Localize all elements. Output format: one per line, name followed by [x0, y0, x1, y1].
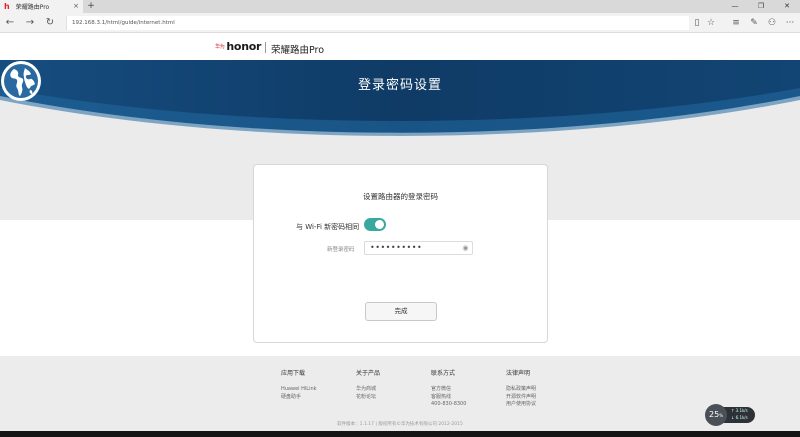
address-bar[interactable]: 192.168.3.1/html/guide/internet.html: [66, 16, 689, 30]
brand-header: 华为 honor 荣耀路由Pro: [0, 33, 800, 60]
done-button[interactable]: 完成: [365, 302, 437, 321]
taskbar: [0, 431, 800, 437]
eye-icon[interactable]: ◉: [462, 242, 469, 254]
password-label: 新登录密码: [327, 247, 355, 253]
refresh-icon[interactable]: ↻: [42, 16, 58, 30]
product-name: 荣耀路由Pro: [271, 45, 325, 56]
footer: 应用下载 Huawei HiLink 硬盘助手 关于产品 华为商城 花粉论坛 联…: [0, 356, 800, 431]
wifi-same-toggle[interactable]: [364, 218, 386, 231]
page-title: 登录密码设置: [357, 78, 442, 93]
footer-heading: 关于产品: [356, 370, 381, 377]
download-speed: ↓ 6.1k/s: [731, 415, 748, 420]
brand-divider: [265, 42, 266, 53]
tab-close-icon[interactable]: ×: [73, 2, 79, 10]
password-value: ••••••••••: [370, 243, 423, 252]
honor-logo-text: honor: [226, 40, 262, 53]
footer-link[interactable]: 官方微信: [431, 386, 466, 394]
wifi-same-label: 与 Wi-Fi 新密码相同: [296, 223, 360, 231]
footer-col-download: 应用下载 Huawei HiLink 硬盘助手: [281, 368, 317, 401]
forward-icon[interactable]: →: [22, 16, 38, 30]
footer-link[interactable]: 用户使用协议: [506, 401, 536, 409]
footer-link[interactable]: 开源软件声明: [506, 394, 536, 402]
footer-link[interactable]: 客服热线: [431, 394, 466, 402]
network-speed-widget[interactable]: ↑ 3.1k/s ↓ 6.1k/s 25%: [705, 404, 755, 426]
speed-panel: ↑ 3.1k/s ↓ 6.1k/s: [723, 407, 755, 423]
web-note-icon[interactable]: ✎: [747, 16, 761, 30]
back-icon[interactable]: ←: [2, 16, 18, 30]
favorite-star-icon[interactable]: ☆: [704, 16, 718, 30]
footer-heading: 应用下载: [281, 370, 306, 377]
huawei-mark: 华为: [215, 43, 225, 50]
restore-icon[interactable]: ❐: [748, 0, 774, 13]
new-tab-button[interactable]: +: [85, 0, 97, 13]
copyright: 软件版本：1.1.17 | 版权所有©华为技术有限公司 2012-2015: [337, 422, 463, 427]
footer-col-legal: 法律声明 隐私政策声明 开源软件声明 用户使用协议: [506, 368, 536, 409]
footer-link[interactable]: Huawei HiLink: [281, 386, 317, 394]
footer-heading: 联系方式: [431, 370, 456, 377]
footer-link[interactable]: 隐私政策声明: [506, 386, 536, 394]
share-icon[interactable]: ⚇: [765, 16, 779, 30]
minimize-icon[interactable]: —: [722, 0, 748, 13]
browser-tab-bar: h 荣耀路由Pro × + — ❐ ✕: [0, 0, 800, 13]
footer-link[interactable]: 硬盘助手: [281, 394, 317, 402]
usage-percent: 25%: [705, 404, 727, 426]
upload-speed: ↑ 3.1k/s: [731, 408, 748, 413]
tab-title: 荣耀路由Pro: [15, 4, 50, 11]
toggle-knob: [375, 220, 384, 229]
browser-tab[interactable]: h 荣耀路由Pro ×: [0, 0, 83, 13]
footer-link[interactable]: 花粉论坛: [356, 394, 380, 402]
honor-favicon-icon: h: [4, 2, 10, 11]
window-close-icon[interactable]: ✕: [774, 0, 800, 13]
card-title: 设置路由器的登录密码: [363, 192, 438, 201]
browser-nav-bar: ← → ↻ 192.168.3.1/html/guide/internet.ht…: [0, 13, 800, 33]
more-icon[interactable]: ···: [783, 16, 797, 30]
globe-icon: [1, 61, 41, 101]
footer-col-products: 关于产品 华为商城 花粉论坛: [356, 368, 380, 401]
footer-col-contact: 联系方式 官方微信 客服热线 400-830-8300: [431, 368, 466, 409]
hub-icon[interactable]: ≡: [729, 16, 743, 30]
footer-link[interactable]: 华为商城: [356, 386, 380, 394]
password-card: 设置路由器的登录密码 与 Wi-Fi 新密码相同 新登录密码 •••••••••…: [253, 164, 548, 343]
reading-view-icon[interactable]: ▯: [690, 16, 704, 30]
footer-heading: 法律声明: [506, 370, 531, 377]
password-input[interactable]: •••••••••• ◉: [364, 241, 473, 255]
honor-logo: 华为 honor: [215, 40, 261, 53]
footer-text: 400-830-8300: [431, 401, 467, 407]
